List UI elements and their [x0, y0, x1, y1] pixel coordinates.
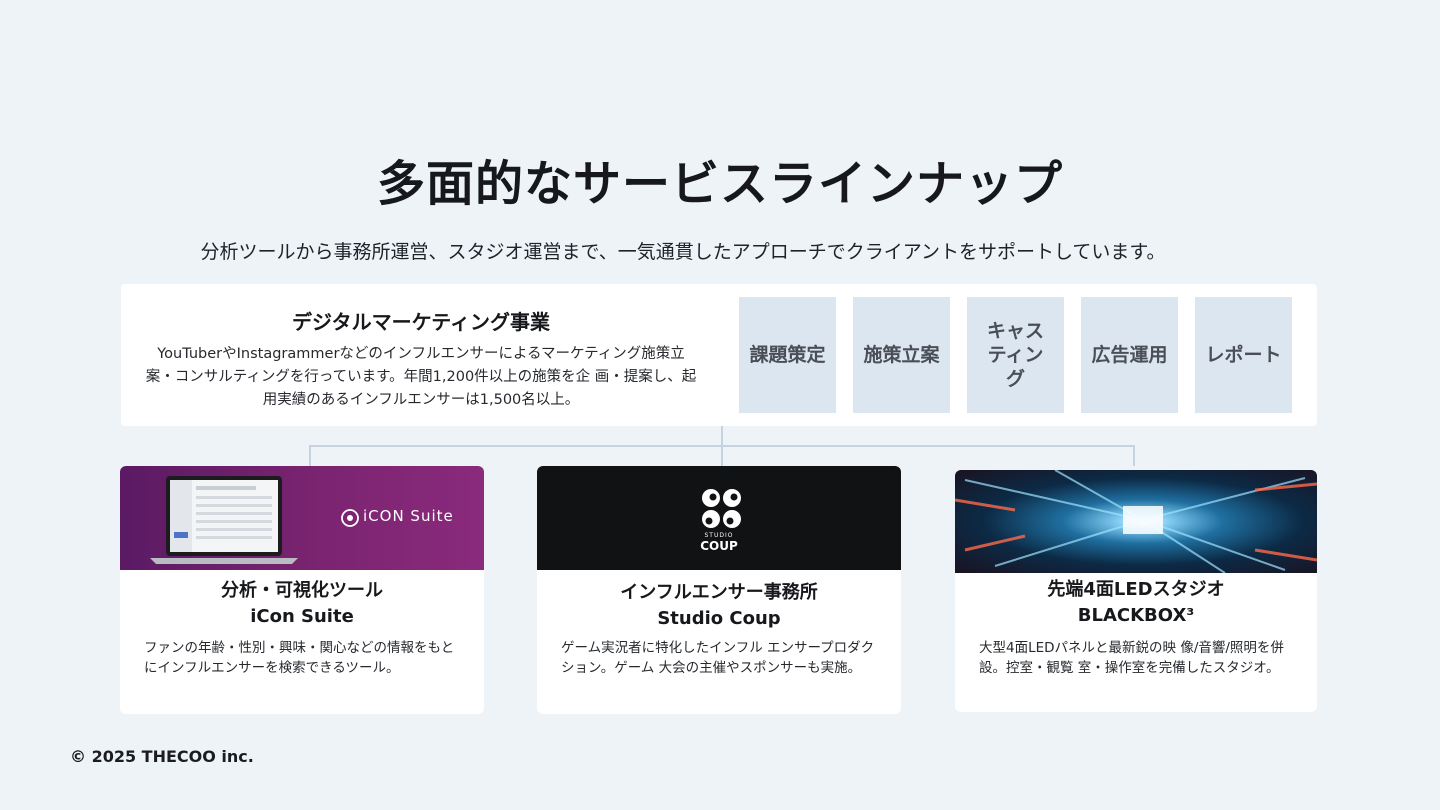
service-title-line2: iCon Suite	[250, 606, 354, 627]
icon-suite-logo-text: iCON Suite	[363, 507, 454, 525]
step-planning: 施策立案	[853, 297, 950, 413]
connector-right	[1133, 445, 1135, 466]
service-title-line2: Studio Coup	[657, 608, 781, 629]
step-report: レポート	[1195, 297, 1292, 413]
marketing-text: デジタルマーケティング事業 YouTuberやInstagrammerなどのイン…	[143, 306, 699, 412]
connector-left	[309, 445, 311, 466]
service-title: 先端4面LEDスタジオ BLACKBOX³	[955, 577, 1317, 629]
service-description: 大型4面LEDパネルと最新鋭の映 像/音響/照明を併設。控室・観覧 室・操作室を…	[979, 640, 1284, 676]
service-title: 分析・可視化ツール iCon Suite	[120, 578, 484, 630]
step-label: レポート	[1205, 344, 1282, 366]
marketing-card: デジタルマーケティング事業 YouTuberやInstagrammerなどのイン…	[121, 284, 1317, 426]
step-issue-definition: 課題策定	[739, 297, 836, 413]
page-subtitle: 分析ツールから事務所運営、スタジオ運営まで、一気通貫したアプローチでクライアント…	[200, 241, 1166, 263]
service-title-line1: 分析・可視化ツール	[221, 580, 383, 601]
page-title: 多面的なサービスラインナップ	[376, 156, 1063, 212]
service-title: インフルエンサー事務所 Studio Coup	[537, 580, 901, 632]
service-title-line1: 先端4面LEDスタジオ	[1047, 579, 1225, 600]
service-description: ゲーム実況者に特化したインフル エンサープロダクション。ゲーム 大会の主催やスポ…	[561, 640, 875, 676]
studio-coup-logo-top: STUDIO	[704, 532, 734, 539]
service-description: ファンの年齢・性別・興味・関心などの情報をもとにインフルエンサーを検索できるツー…	[144, 640, 455, 676]
step-label: 課題策定	[749, 344, 826, 366]
marketing-description: YouTuberやInstagrammerなどのインフルエンサーによるマーケティ…	[145, 346, 697, 408]
step-label: 施策立案	[863, 344, 940, 366]
led-tunnel-icon	[955, 470, 1317, 573]
service-card-studio-coup: STUDIO COUP インフルエンサー事務所 Studio Coup ゲーム実…	[537, 466, 901, 714]
step-label: キャスティング	[986, 320, 1044, 390]
step-casting: キャスティング	[967, 297, 1064, 413]
icon-suite-logo-mark	[341, 509, 359, 527]
step-label: 広告運用	[1091, 344, 1168, 366]
service-title-line2: BLACKBOX³	[1077, 605, 1195, 626]
studio-coup-banner: STUDIO COUP	[537, 466, 901, 570]
service-card-blackbox: 先端4面LEDスタジオ BLACKBOX³ 大型4面LEDパネルと最新鋭の映 像…	[955, 470, 1317, 712]
marketing-heading: デジタルマーケティング事業	[292, 310, 550, 334]
copyright: © 2025 THECOO inc.	[70, 747, 254, 766]
connector-horizontal	[309, 445, 1135, 447]
blackbox-banner	[955, 470, 1317, 573]
service-title-line1: インフルエンサー事務所	[620, 582, 818, 603]
studio-coup-logo-icon	[702, 489, 741, 528]
studio-coup-logo-bottom: COUP	[700, 539, 738, 553]
service-card-icon-suite: iCON Suite 分析・可視化ツール iCon Suite ファンの年齢・性…	[120, 466, 484, 714]
icon-suite-banner: iCON Suite	[120, 466, 484, 570]
step-ad-operation: 広告運用	[1081, 297, 1178, 413]
